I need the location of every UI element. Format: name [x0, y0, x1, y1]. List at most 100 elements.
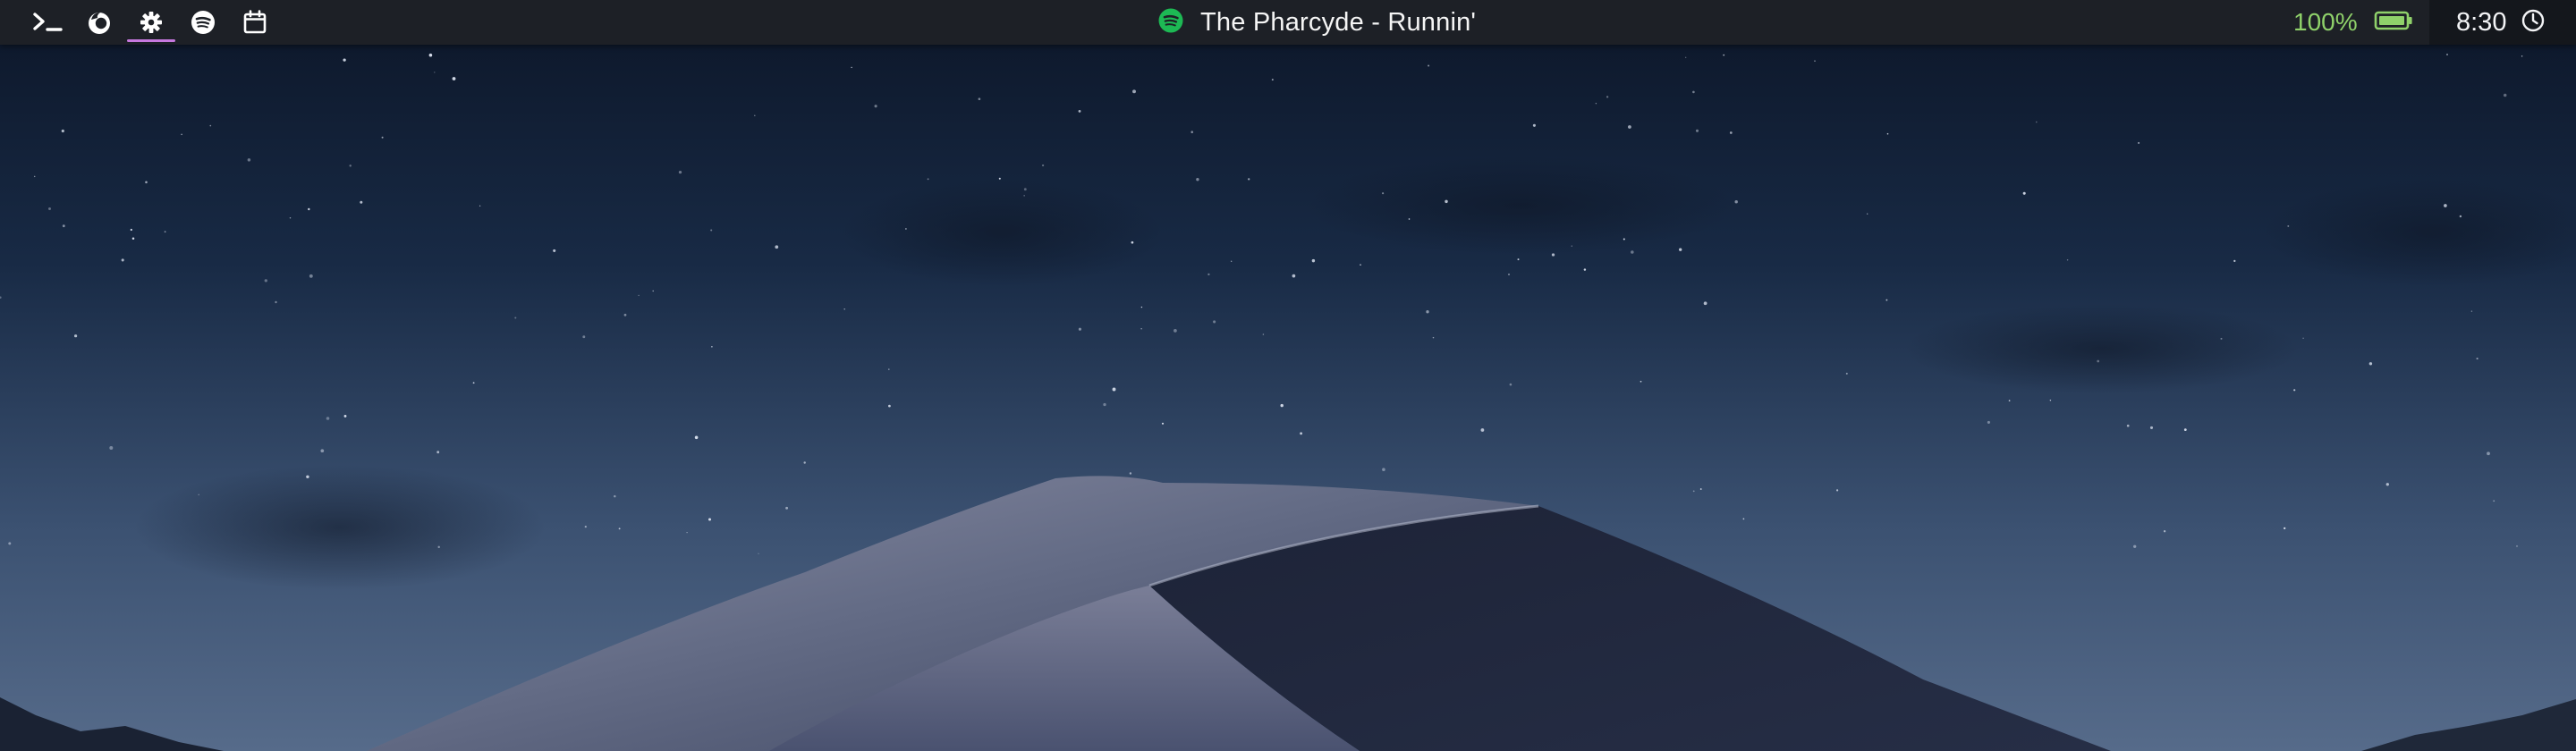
- star: [1023, 188, 1027, 191]
- star: [209, 124, 212, 127]
- star: [888, 368, 890, 370]
- star: [1692, 490, 1695, 493]
- star: [2149, 426, 2154, 429]
- star: [1213, 320, 1216, 324]
- star: [1432, 336, 1435, 339]
- star: [582, 335, 586, 339]
- star: [927, 178, 929, 181]
- star: [1742, 518, 1745, 520]
- clock-time: 8:30: [2456, 7, 2507, 37]
- star: [2444, 204, 2447, 207]
- star: [2233, 259, 2236, 263]
- star: [1131, 240, 1134, 244]
- workspace-calendar[interactable]: [229, 0, 281, 45]
- workspace-browser[interactable]: [73, 0, 125, 45]
- star: [514, 316, 517, 319]
- star: [121, 258, 124, 262]
- star: [2503, 93, 2507, 97]
- star: [2035, 121, 2038, 123]
- clock-icon: [2521, 8, 2546, 38]
- star: [754, 114, 756, 116]
- battery-icon: [2374, 9, 2413, 37]
- star: [2008, 400, 2011, 401]
- star: [360, 200, 363, 204]
- star: [1196, 178, 1199, 181]
- star: [1271, 79, 1274, 81]
- star: [437, 545, 440, 549]
- star: [2138, 141, 2140, 144]
- star: [2163, 530, 2166, 533]
- workspace-music[interactable]: [177, 0, 229, 45]
- settings-gear-icon: [138, 9, 165, 36]
- star: [289, 217, 292, 219]
- star: [2521, 55, 2523, 57]
- star: [1248, 178, 1250, 181]
- star: [326, 417, 330, 420]
- star: [694, 435, 699, 440]
- star: [905, 228, 907, 230]
- star: [1078, 109, 1081, 113]
- star: [181, 133, 182, 136]
- star: [1262, 333, 1265, 335]
- star: [785, 506, 789, 510]
- star: [1695, 129, 1699, 132]
- workspace-terminal[interactable]: [21, 0, 73, 45]
- star: [74, 334, 78, 338]
- spotify-icon: [190, 9, 216, 36]
- star: [1551, 253, 1555, 257]
- star: [2470, 310, 2473, 312]
- star: [349, 165, 352, 167]
- star: [452, 77, 456, 80]
- star: [618, 527, 621, 530]
- star: [1480, 428, 1485, 432]
- star: [472, 382, 475, 384]
- top-bar: The Pharcyde - Runnin' 100% 8:30: [0, 0, 2576, 45]
- star: [2516, 544, 2518, 547]
- terminal-icon: [30, 9, 65, 36]
- star: [1132, 89, 1136, 94]
- star: [1140, 306, 1143, 308]
- star: [48, 207, 51, 210]
- star: [2287, 224, 2290, 227]
- star: [2302, 337, 2304, 340]
- star: [1623, 238, 1625, 240]
- star: [1692, 90, 1695, 94]
- star: [1679, 248, 1682, 251]
- star: [775, 245, 779, 249]
- workspace-switcher: [21, 0, 281, 45]
- star: [145, 181, 148, 184]
- now-playing[interactable]: The Pharcyde - Runnin': [1157, 0, 1476, 45]
- star: [1231, 260, 1233, 262]
- star: [888, 404, 891, 408]
- star: [614, 494, 616, 498]
- workspace-settings[interactable]: [125, 0, 177, 45]
- star: [1191, 131, 1193, 133]
- cloud: [134, 465, 546, 590]
- star: [109, 446, 114, 450]
- cloud: [1905, 304, 2299, 393]
- clock[interactable]: 8:30: [2429, 0, 2576, 45]
- star: [1685, 56, 1687, 58]
- star: [1426, 310, 1429, 314]
- now-playing-track: The Pharcyde - Runnin': [1200, 7, 1477, 37]
- star: [1631, 250, 1634, 254]
- star: [2493, 500, 2496, 502]
- star: [1723, 54, 1725, 56]
- star: [198, 494, 199, 496]
- star: [62, 224, 65, 228]
- battery-status[interactable]: 100%: [2293, 0, 2413, 45]
- star: [320, 449, 325, 453]
- wallpaper: [0, 0, 2576, 751]
- star: [1886, 132, 1889, 135]
- star: [851, 66, 852, 69]
- star: [1606, 96, 1609, 98]
- star: [2220, 337, 2223, 340]
- star: [708, 518, 711, 521]
- star: [1532, 123, 1536, 127]
- star: [1845, 372, 1848, 375]
- star: [1382, 192, 1385, 195]
- star: [2022, 191, 2026, 195]
- star: [2476, 358, 2479, 360]
- star: [1729, 131, 1733, 134]
- star: [2487, 451, 2490, 456]
